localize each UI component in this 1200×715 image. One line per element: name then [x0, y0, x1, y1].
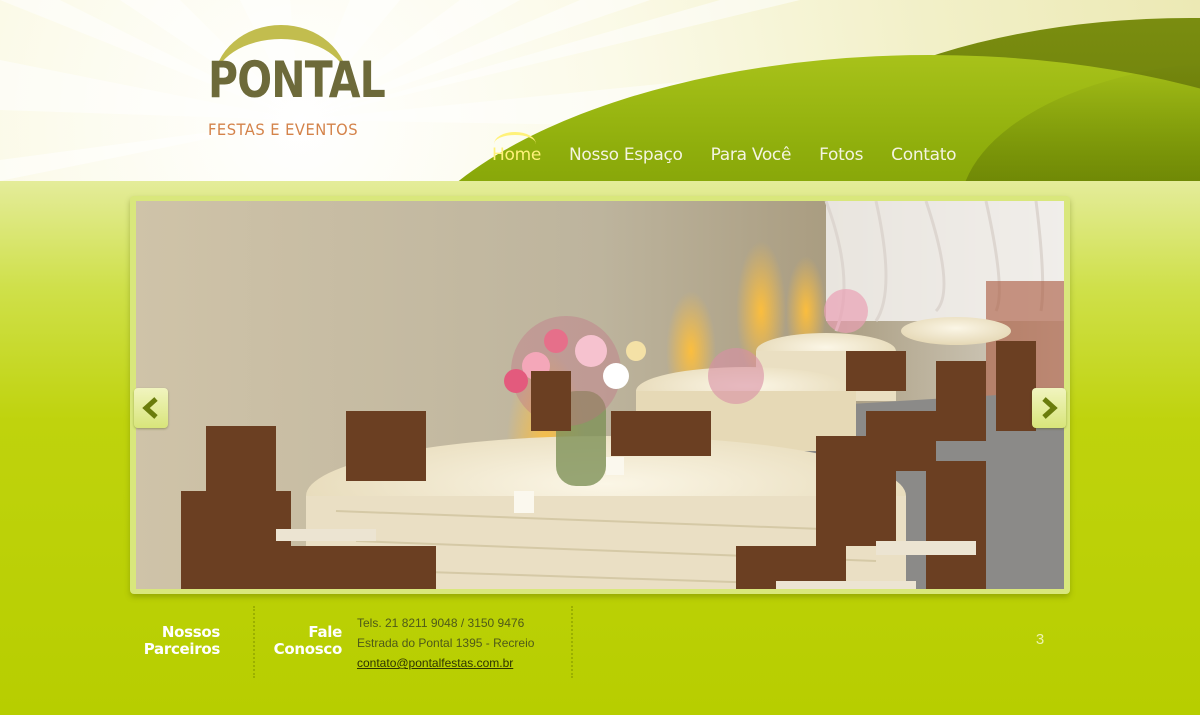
- nav-home[interactable]: Home: [492, 132, 541, 170]
- footer-divider: [253, 606, 255, 678]
- contact-address: Estrada do Pontal 1395 - Recreio: [357, 636, 535, 650]
- slider-next-button[interactable]: [1032, 388, 1066, 428]
- main-nav: Home Nosso Espaço Para Você Fotos Contat…: [492, 132, 984, 170]
- logo-name: PONTAL: [208, 51, 386, 109]
- fale-conosco-heading: Fale Conosco: [273, 623, 343, 658]
- slider-prev-button[interactable]: [134, 388, 168, 428]
- chevron-right-icon: [1042, 397, 1058, 419]
- nav-nosso-espaco[interactable]: Nosso Espaço: [569, 144, 683, 170]
- contact-phones: Tels. 21 8211 9048 / 3150 9476: [357, 616, 525, 630]
- nav-contato[interactable]: Contato: [891, 144, 956, 170]
- contact-email-link[interactable]: contato@pontalfestas.com.br: [357, 656, 513, 670]
- site-logo[interactable]: PONTAL FESTAS E EVENTOS: [208, 25, 386, 145]
- slider-photo: [136, 201, 1064, 589]
- chevron-left-icon: [142, 397, 158, 419]
- slide-counter: 3: [1035, 631, 1045, 648]
- nav-fotos[interactable]: Fotos: [819, 144, 863, 170]
- contact-email-wrap: contato@pontalfestas.com.br: [357, 656, 513, 670]
- footer-divider: [571, 606, 573, 678]
- site-header: PONTAL FESTAS E EVENTOS Home Nosso Espaç…: [0, 0, 1200, 181]
- nossos-parceiros-link[interactable]: Nossos Parceiros: [130, 624, 221, 658]
- nav-para-voce[interactable]: Para Você: [711, 144, 792, 170]
- logo-subtitle: FESTAS E EVENTOS: [208, 120, 359, 139]
